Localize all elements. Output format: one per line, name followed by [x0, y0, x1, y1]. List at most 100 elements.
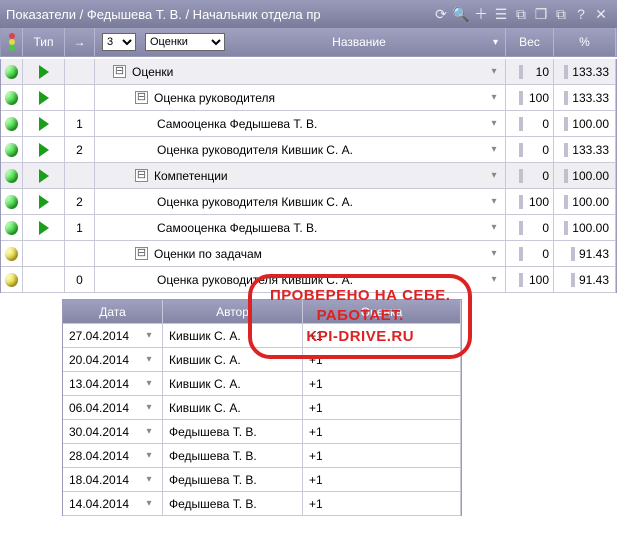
detail-date-cell[interactable]: 28.04.2014▾: [63, 444, 163, 467]
detail-header-date[interactable]: Дата: [63, 300, 163, 323]
name-cell[interactable]: ⊟Оценка руководителя▾: [95, 85, 506, 110]
dropdown-icon[interactable]: ▾: [487, 143, 501, 157]
play-icon: [39, 221, 49, 235]
grid-row[interactable]: 2Оценка руководителя Кившик С. А.▾100100…: [1, 189, 616, 215]
header-traffic: [1, 28, 23, 56]
dropdown-icon[interactable]: ▾: [487, 273, 501, 287]
dropdown-icon[interactable]: ▾: [142, 425, 156, 439]
help-icon[interactable]: ?: [571, 4, 591, 24]
name-cell[interactable]: Оценка руководителя Кившик С. А.▾: [95, 267, 506, 292]
header-percent[interactable]: %: [554, 28, 616, 56]
dropdown-icon[interactable]: ▾: [487, 117, 501, 131]
detail-date-cell[interactable]: 20.04.2014▾: [63, 348, 163, 371]
copy-icon[interactable]: ⧉: [551, 4, 571, 24]
weight-value: 0: [519, 247, 549, 261]
grid-row[interactable]: ⊟Оценка руководителя▾100133.33: [1, 85, 616, 111]
dropdown-icon[interactable]: ▾: [487, 195, 501, 209]
sort-icon[interactable]: ▾: [493, 37, 498, 48]
detail-row[interactable]: 20.04.2014▾Кившик С. А.+1: [63, 348, 461, 372]
type-cell: [23, 215, 65, 240]
detail-date-cell[interactable]: 30.04.2014▾: [63, 420, 163, 443]
close-icon[interactable]: ✕: [591, 4, 611, 24]
header-name-label[interactable]: Название: [231, 35, 487, 49]
dropdown-icon[interactable]: ▾: [142, 473, 156, 487]
expander-icon[interactable]: ⊟: [135, 247, 148, 260]
name-cell[interactable]: ⊟Компетенции▾: [95, 163, 506, 188]
grid-row[interactable]: 1Самооценка Федышева Т. В.▾0100.00: [1, 215, 616, 241]
expander-icon[interactable]: ⊟: [113, 65, 126, 78]
dropdown-icon[interactable]: ▾: [142, 329, 156, 343]
weight-cell: 0: [506, 111, 554, 136]
detail-row[interactable]: 13.04.2014▾Кившик С. А.+1: [63, 372, 461, 396]
percent-cell: 100.00: [554, 215, 616, 240]
detail-row[interactable]: 27.04.2014▾Кившик С. А.+1: [63, 324, 461, 348]
type-cell: [23, 241, 65, 266]
grid-row[interactable]: 2Оценка руководителя Кившик С. А.▾0133.3…: [1, 137, 616, 163]
grid-row[interactable]: 1Самооценка Федышева Т. В.▾0100.00: [1, 111, 616, 137]
expander-icon[interactable]: ⊟: [135, 91, 148, 104]
refresh-icon[interactable]: ⟳: [431, 4, 451, 24]
percent-value: 100.00: [564, 169, 609, 183]
detail-row[interactable]: 28.04.2014▾Федышева Т. В.+1: [63, 444, 461, 468]
type-cell: [23, 85, 65, 110]
detail-header-author[interactable]: Автор: [163, 300, 303, 323]
detail-date-cell[interactable]: 13.04.2014▾: [63, 372, 163, 395]
percent-cell: 91.43: [554, 241, 616, 266]
weight-cell: 10: [506, 59, 554, 84]
detail-author-cell: Кившик С. А.: [163, 372, 303, 395]
dropdown-icon[interactable]: ▾: [142, 353, 156, 367]
export-icon[interactable]: ⧉: [511, 4, 531, 24]
header-weight[interactable]: Вес: [506, 28, 554, 56]
dropdown-icon[interactable]: ▾: [487, 221, 501, 235]
window-icon[interactable]: ❐: [531, 4, 551, 24]
columns-icon[interactable]: ☰: [491, 4, 511, 24]
detail-date: 18.04.2014: [69, 473, 129, 487]
play-icon: [39, 117, 49, 131]
detail-value-cell: +1: [303, 348, 461, 371]
expander-icon[interactable]: ⊟: [135, 169, 148, 182]
status-dot-icon: [5, 195, 18, 209]
grid-row[interactable]: ⊟Компетенции▾0100.00: [1, 163, 616, 189]
detail-row[interactable]: 06.04.2014▾Кившик С. А.+1: [63, 396, 461, 420]
traffic-cell: [1, 85, 23, 110]
dropdown-icon[interactable]: ▾: [142, 497, 156, 511]
grid-row[interactable]: 0Оценка руководителя Кившик С. А.▾10091.…: [1, 267, 616, 293]
grid-row[interactable]: ⊟Оценки по задачам▾ 0 91.43: [1, 241, 616, 267]
name-cell[interactable]: Оценка руководителя Кившик С. А.▾: [95, 137, 506, 162]
dropdown-icon[interactable]: ▾: [487, 247, 501, 261]
name-cell[interactable]: ⊟Оценки▾: [95, 59, 506, 84]
dropdown-icon[interactable]: ▾: [487, 91, 501, 105]
header-type[interactable]: Тип: [23, 28, 65, 56]
order-cell: [65, 59, 95, 84]
name-cell[interactable]: ⊟Оценки по задачам▾: [95, 241, 506, 266]
dropdown-icon[interactable]: ▾: [487, 169, 501, 183]
detail-date-cell[interactable]: 14.04.2014▾: [63, 492, 163, 515]
dropdown-icon[interactable]: ▾: [142, 449, 156, 463]
header-arrow[interactable]: →: [65, 28, 95, 56]
dropdown-icon[interactable]: ▾: [142, 401, 156, 415]
name-cell[interactable]: Оценка руководителя Кившик С. А.▾: [95, 189, 506, 214]
filter-select[interactable]: Оценки: [145, 33, 225, 51]
detail-author-cell: Кившик С. А.: [163, 324, 303, 347]
grid-row[interactable]: ⊟Оценки▾10133.33: [1, 59, 616, 85]
search-icon[interactable]: 🔍: [451, 4, 471, 24]
detail-row[interactable]: 18.04.2014▾Федышева Т. В.+1: [63, 468, 461, 492]
name-cell[interactable]: Самооценка Федышева Т. В.▾: [95, 111, 506, 136]
detail-header-value[interactable]: Оценка: [303, 300, 461, 323]
detail-date-cell[interactable]: 27.04.2014▾: [63, 324, 163, 347]
plus-icon[interactable]: ＋: [471, 4, 491, 24]
order-cell: 2: [65, 137, 95, 162]
detail-row[interactable]: 30.04.2014▾Федышева Т. В.+1: [63, 420, 461, 444]
type-cell: [23, 137, 65, 162]
dropdown-icon[interactable]: ▾: [142, 377, 156, 391]
level-select[interactable]: 3: [102, 33, 136, 51]
weight-value: 10: [519, 65, 549, 79]
dropdown-icon[interactable]: ▾: [487, 65, 501, 79]
detail-row[interactable]: 14.04.2014▾Федышева Т. В.+1: [63, 492, 461, 516]
detail-date-cell[interactable]: 18.04.2014 ▾: [63, 468, 163, 491]
detail-date-cell[interactable]: 06.04.2014▾: [63, 396, 163, 419]
detail-value-cell: +1: [303, 324, 461, 347]
main-grid: ⊟Оценки▾10133.33⊟Оценка руководителя▾100…: [0, 59, 617, 293]
name-cell[interactable]: Самооценка Федышева Т. В.▾: [95, 215, 506, 240]
percent-value: 100.00: [564, 117, 609, 131]
